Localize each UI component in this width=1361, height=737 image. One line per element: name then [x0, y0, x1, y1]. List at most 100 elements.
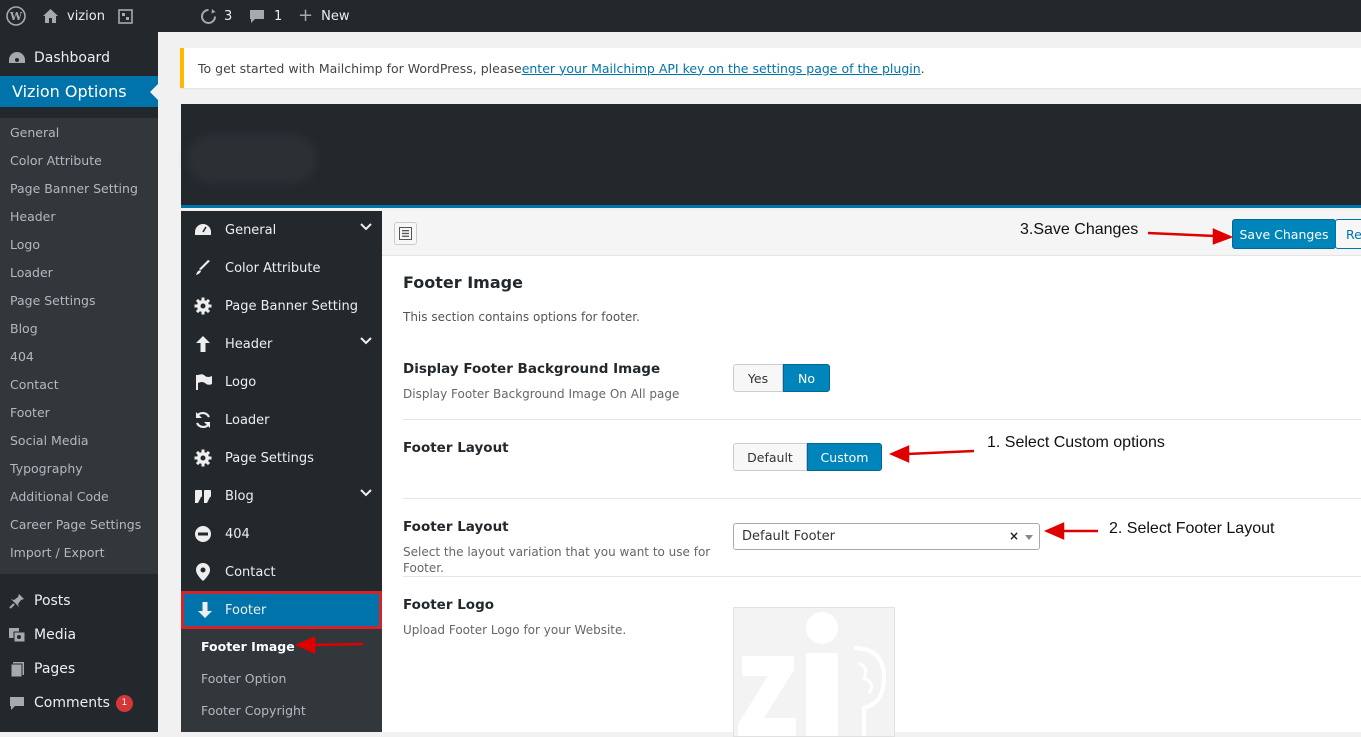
menu-posts-label: Posts	[34, 593, 71, 609]
mailchimp-settings-link[interactable]: enter your Mailchimp API key on the sett…	[522, 61, 921, 76]
dropdown-caret-icon[interactable]	[1025, 535, 1033, 544]
submenu-item[interactable]: Page Banner Setting	[10, 181, 138, 196]
mailchimp-notice: To get started with Mailchimp for WordPr…	[180, 48, 1361, 88]
menu-comments-label: Comments	[34, 695, 110, 711]
updates-count: 3	[224, 8, 233, 24]
submenu-item[interactable]: Social Media	[10, 433, 89, 448]
notice-text: To get started with Mailchimp for WordPr…	[198, 60, 522, 76]
options-tab-loader[interactable]: Loader	[181, 401, 382, 439]
submenu-item[interactable]: Page Settings	[10, 293, 96, 308]
submenu-item[interactable]: Logo	[10, 237, 40, 252]
menu-comments[interactable]: Comments 1	[0, 686, 158, 720]
options-tab-label: Color Attribute	[225, 260, 321, 276]
submenu-item[interactable]: Header	[10, 209, 56, 224]
quote-icon	[195, 489, 211, 503]
options-sidebar: General Color Attribute Page Banner Sett…	[181, 211, 382, 732]
options-tab-logo[interactable]: Logo	[181, 363, 382, 401]
brush-icon	[196, 260, 210, 275]
submenu-item[interactable]: Loader	[10, 265, 53, 280]
menu-dashboard[interactable]: Dashboard	[0, 41, 158, 75]
minus-circle-icon	[195, 526, 211, 542]
options-tab-404[interactable]: 404	[181, 515, 382, 553]
divider	[403, 576, 1361, 577]
svg-text:W: W	[9, 10, 23, 23]
save-changes-button[interactable]: Save Changes	[1232, 219, 1336, 249]
options-tab-page-settings[interactable]: Page Settings	[181, 439, 382, 477]
options-tab-blog[interactable]: Blog	[181, 477, 382, 515]
options-tab-label: Contact	[225, 564, 276, 580]
new-content-link[interactable]: + New	[298, 0, 349, 32]
chevron-down-icon	[360, 223, 372, 231]
options-tab-color-attribute[interactable]: Color Attribute	[181, 249, 382, 287]
admin-bar: W vizion 3 1 + New	[0, 0, 1361, 32]
submenu-item[interactable]: Contact	[10, 377, 59, 392]
menu-pages-label: Pages	[34, 661, 76, 677]
options-tab-label: Logo	[225, 374, 257, 390]
options-tab-footer[interactable]: Footer	[181, 591, 382, 629]
footer-logo-preview[interactable]	[733, 607, 895, 737]
field-title: Footer Layout	[403, 519, 509, 535]
section-title: Footer Image	[403, 273, 523, 292]
submenu-item[interactable]: Blog	[10, 321, 38, 336]
options-tab-page-banner-setting[interactable]: Page Banner Setting	[181, 287, 382, 325]
arrow-up-icon	[196, 336, 210, 352]
option-custom-button[interactable]: Custom	[807, 443, 882, 471]
option-no-button[interactable]: No	[783, 364, 830, 392]
submenu-item[interactable]: Color Attribute	[10, 153, 102, 168]
menu-posts[interactable]: Posts	[0, 584, 158, 618]
subsection-footer-image[interactable]: Footer Image	[201, 639, 295, 654]
submenu-item[interactable]: General	[10, 125, 59, 140]
subsection-footer-option[interactable]: Footer Option	[201, 671, 286, 686]
options-tab-label: Page Settings	[225, 450, 314, 466]
field-description: Upload Footer Logo for your Website.	[403, 623, 627, 637]
options-panel-header	[181, 104, 1361, 208]
option-yes-button[interactable]: Yes	[733, 364, 783, 392]
selected-value: Default Footer	[742, 529, 835, 544]
menu-media[interactable]: Media	[0, 618, 158, 652]
submenu-item[interactable]: Additional Code	[10, 489, 109, 504]
dashboard-gauge-icon	[195, 224, 211, 235]
updates-link[interactable]: 3	[200, 0, 232, 32]
site-name: vizion	[67, 8, 105, 24]
comment-bubble-icon	[250, 9, 264, 23]
notice-end: .	[920, 60, 925, 76]
wordpress-logo-icon[interactable]: W	[6, 0, 26, 32]
subsection-footer-copyright[interactable]: Footer Copyright	[201, 703, 306, 718]
customize-icon[interactable]	[118, 0, 133, 32]
options-tab-label: Footer	[225, 602, 267, 618]
submenu-item[interactable]: Typography	[10, 461, 83, 476]
options-tab-contact[interactable]: Contact	[181, 553, 382, 591]
divider	[403, 498, 1361, 499]
section-description: This section contains options for footer…	[403, 310, 640, 324]
options-tab-label: Loader	[225, 412, 270, 428]
dashboard-gauge-icon	[9, 52, 25, 63]
menu-dashboard-label: Dashboard	[34, 50, 110, 66]
reset-button[interactable]: Re	[1335, 219, 1361, 249]
bg-image-toggle: Yes No	[733, 364, 830, 392]
menu-pages[interactable]: Pages	[0, 652, 158, 686]
menu-vizion-options[interactable]: Vizion Options	[0, 76, 158, 107]
options-tab-general[interactable]: General	[181, 211, 382, 249]
options-tab-header[interactable]: Header	[181, 325, 382, 363]
footer-subsections: Footer Image Footer Option Footer Copyri…	[181, 629, 382, 732]
field-title: Footer Logo	[403, 597, 495, 613]
new-label: New	[321, 8, 350, 24]
logo-image	[738, 612, 887, 736]
expand-options-button[interactable]	[394, 222, 417, 245]
annotation-step3: 3.Save Changes	[1020, 221, 1139, 238]
submenu-item[interactable]: Import / Export	[10, 545, 105, 560]
options-tab-label: General	[225, 222, 277, 238]
menu-vizion-options-label: Vizion Options	[12, 82, 127, 101]
media-icon	[9, 628, 26, 643]
menu-media-label: Media	[34, 627, 77, 643]
site-name-link[interactable]: vizion	[42, 0, 105, 32]
clear-selection-icon[interactable]: ×	[1009, 529, 1019, 543]
submenu-item[interactable]: 404	[10, 349, 34, 364]
option-default-button[interactable]: Default	[733, 443, 807, 471]
submenu-item[interactable]: Career Page Settings	[10, 517, 141, 532]
footer-layout-select[interactable]: Default Footer ×	[733, 523, 1040, 550]
arrow-down-icon	[197, 602, 212, 618]
layout-icon	[399, 227, 412, 240]
comments-link[interactable]: 1	[249, 0, 282, 32]
submenu-item[interactable]: Footer	[10, 405, 50, 420]
